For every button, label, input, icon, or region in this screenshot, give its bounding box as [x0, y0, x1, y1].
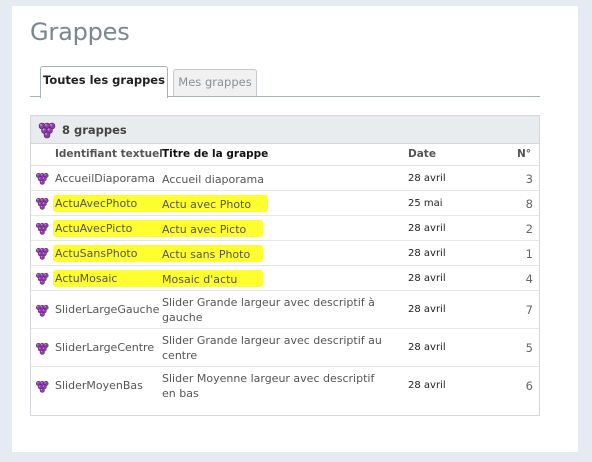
table-row[interactable]: ActuMosaic Mosaic d'actu 28 avril 4	[31, 266, 539, 291]
grappe-date: 28 avril	[408, 223, 446, 234]
grappe-number: 5	[525, 341, 533, 355]
grappes-list: 8 grappes Identifiant textuel Titre de l…	[30, 115, 540, 416]
grappe-id[interactable]: ActuSansPhoto	[55, 247, 137, 260]
grape-icon	[34, 303, 49, 321]
grappe-date: 28 avril	[408, 342, 446, 353]
grappe-number: 6	[525, 379, 533, 393]
list-header: 8 grappes	[31, 116, 539, 144]
grappe-id[interactable]: ActuAvecPicto	[55, 222, 132, 235]
grape-icon	[34, 341, 49, 359]
grappe-number: 1	[525, 247, 533, 261]
table-row[interactable]: SliderMoyenBas Slider Moyenne largeur ave…	[31, 367, 539, 405]
table-row[interactable]: SliderLargeGauche Slider Grande largeur a…	[31, 291, 539, 329]
grappe-title[interactable]: Slider Grande largeur avec descriptif au…	[162, 333, 382, 363]
grappe-title[interactable]: Actu avec Picto	[162, 222, 382, 237]
grappe-date: 28 avril	[408, 304, 446, 315]
column-header-date[interactable]: Date	[408, 148, 436, 160]
grappe-number: 4	[525, 272, 533, 286]
grappe-title[interactable]: Slider Grande largeur avec descriptif à …	[162, 295, 382, 325]
grappe-title[interactable]: Slider Moyenne largeur avec descriptif e…	[162, 371, 382, 401]
grappes-count: 8 grappes	[62, 123, 127, 137]
grape-icon	[34, 221, 49, 239]
grappe-id[interactable]: ActuAvecPhoto	[55, 197, 137, 210]
grape-icon	[34, 196, 49, 214]
table-row[interactable]: AccueilDiaporama Accueil diaporama 28 avri…	[31, 166, 539, 191]
content-panel: Grappes Toutes les grappes Mes grappes 8…	[12, 6, 578, 452]
grappe-id[interactable]: AccueilDiaporama	[55, 172, 155, 185]
grappe-number: 2	[525, 222, 533, 236]
grappe-number: 7	[525, 303, 533, 317]
column-header-id[interactable]: Identifiant textuel	[55, 148, 163, 160]
grappe-date: 25 mai	[408, 198, 443, 209]
grape-icon	[34, 271, 49, 289]
grappe-date: 28 avril	[408, 380, 446, 391]
grappe-date: 28 avril	[408, 173, 446, 184]
grappe-title[interactable]: Actu sans Photo	[162, 247, 382, 262]
column-header-number[interactable]: N°	[517, 148, 531, 160]
grappe-date: 28 avril	[408, 248, 446, 259]
grape-icon	[36, 120, 56, 144]
grappe-number: 8	[525, 197, 533, 211]
grappe-number: 3	[525, 172, 533, 186]
tab-bar: Toutes les grappes Mes grappes	[30, 64, 540, 98]
grappe-title[interactable]: Mosaic d'actu	[162, 272, 382, 287]
table-row[interactable]: SliderLargeCentre Slider Grande largeur a…	[31, 329, 539, 367]
table-row[interactable]: ActuSansPhoto Actu sans Photo 28 avril 1	[31, 241, 539, 266]
grape-icon	[34, 379, 49, 397]
page-title: Grappes	[30, 18, 130, 46]
grappe-id[interactable]: SliderMoyenBas	[55, 379, 143, 392]
table-header: Identifiant textuel Titre de la grappe D…	[31, 144, 539, 166]
grappe-id[interactable]: ActuMosaic	[55, 272, 117, 285]
grappe-title[interactable]: Accueil diaporama	[162, 172, 382, 187]
grappe-id[interactable]: SliderLargeGauche	[55, 303, 159, 316]
grape-icon	[34, 171, 49, 189]
grape-icon	[34, 246, 49, 264]
table-body: AccueilDiaporama Accueil diaporama 28 avri…	[31, 166, 539, 405]
column-header-title[interactable]: Titre de la grappe	[162, 148, 268, 160]
tab-all-grappes[interactable]: Toutes les grappes	[40, 66, 168, 98]
tab-my-grappes[interactable]: Mes grappes	[173, 69, 257, 96]
table-row[interactable]: ActuAvecPicto Actu avec Picto 28 avril 2	[31, 216, 539, 241]
table-row[interactable]: ActuAvecPhoto Actu avec Photo 25 mai 8	[31, 191, 539, 216]
grappe-id[interactable]: SliderLargeCentre	[55, 341, 154, 354]
grappe-date: 28 avril	[408, 273, 446, 284]
grappe-title[interactable]: Actu avec Photo	[162, 197, 382, 212]
